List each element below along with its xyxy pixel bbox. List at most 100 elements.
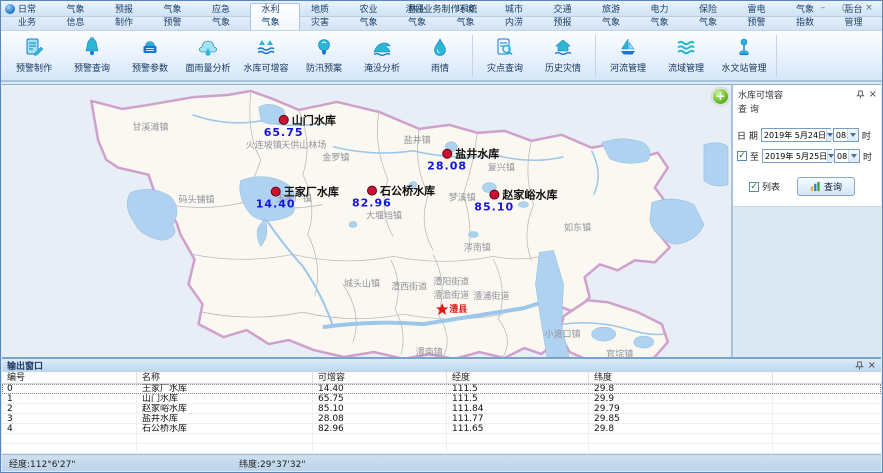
table-row-empty-1[interactable] (2, 444, 881, 454)
to-date-checkbox[interactable]: ✓ (737, 151, 747, 161)
chevron-down-icon[interactable] (848, 150, 859, 162)
town-label-小渡口镇: 小渡口镇 (545, 328, 581, 340)
from-date-combobox[interactable]: 2019年 5月24日 (761, 128, 831, 142)
hour-suffix-label: 时 (862, 129, 871, 142)
column-header: 编号 (2, 372, 137, 383)
table-row-empty-0[interactable] (2, 434, 881, 444)
town-label-梦溪镇: 梦溪镇 (449, 192, 476, 204)
reservoir-dot-icon[interactable] (368, 186, 377, 195)
list-checkbox[interactable]: ✓ (749, 182, 759, 192)
reservoir-capacity-icon (255, 36, 277, 58)
toolbar-separator (595, 35, 596, 77)
minimize-button[interactable]: – (813, 3, 833, 15)
table-cell: 29.8 (589, 424, 773, 433)
town-label-澧阳街道: 澧阳街道 (433, 275, 469, 287)
warn-param-icon (139, 36, 161, 58)
toolbar-button-河流管理[interactable]: 河流管理 (599, 33, 657, 79)
flood-plan-bulb-icon (313, 36, 335, 58)
reservoir-name-label: 王家厂水库 (284, 185, 339, 199)
toolbar-button-流域管理[interactable]: 流域管理 (657, 33, 715, 79)
reservoir-dot-icon[interactable] (490, 190, 499, 199)
to-label: 至 (750, 150, 759, 163)
reservoir-dot-icon[interactable] (271, 187, 280, 196)
table-cell (589, 444, 773, 453)
disaster-search-icon (494, 36, 516, 58)
column-header: 名称 (137, 372, 313, 383)
toolbar-button-预警查询[interactable]: 预警查询 (63, 33, 121, 79)
toolbar-button-历史灾情[interactable]: 历史灾情 (534, 33, 592, 79)
table-cell (313, 444, 447, 453)
toolbar-button-水文站管理[interactable]: 水文站管理 (715, 33, 773, 79)
date-label: 日 期 (737, 129, 758, 142)
toolbar-button-水库可增容[interactable]: 水库可增容 (237, 33, 295, 79)
hydro-station-icon (733, 36, 755, 58)
town-label-盐井镇: 盐井镇 (404, 134, 431, 146)
county-map: 甘溪滩镇火连坡镇天供山林场金罗镇盐井镇复兴镇码头铺镇王家厂镇梦溪镇大堰垱镇如东镇… (2, 85, 731, 361)
reservoir-dot-icon[interactable] (443, 149, 452, 158)
flood-wave-icon (371, 36, 393, 58)
output-title: 输出窗口 (7, 359, 855, 372)
toolbar-button-防汛预案[interactable]: 防汛预案 (295, 33, 353, 79)
table-cell: 石公桥水库 (137, 424, 313, 433)
map-zoom-in-button[interactable]: + (712, 88, 729, 105)
raindrop-icon (429, 36, 451, 58)
toolbar-button-灾点查询[interactable]: 灾点查询 (476, 33, 534, 79)
toolbar-button-预警参数[interactable]: 预警参数 (121, 33, 179, 79)
town-label-城头山镇: 城头山镇 (344, 277, 380, 289)
table-cell: 29.9 (589, 394, 773, 403)
reservoir-dot-icon[interactable] (279, 115, 288, 124)
town-label-澧澹街道: 澧澹街道 (433, 289, 469, 301)
table-cell: 29.8 (589, 384, 773, 393)
table-cell: 14.40 (313, 384, 447, 393)
table-cell: 111.77 (447, 414, 589, 423)
toolbar-button-雨情[interactable]: 雨情 (411, 33, 469, 79)
basin-waves-icon (675, 36, 697, 58)
output-close-icon[interactable]: × (868, 361, 876, 370)
maximize-button[interactable]: ▢ (836, 3, 856, 15)
reservoir-value-label: 82.96 (352, 197, 392, 210)
chevron-down-icon[interactable] (847, 129, 858, 141)
table-row-2[interactable]: 2赵家峪水库85.10111.8429.79 (2, 404, 881, 414)
table-row-0[interactable]: 0王家厂水库14.40111.529.8 (2, 384, 881, 394)
app-window: 澧县业务制作系统 – ▢ × 日常业务气象信息预报制作气象预警应急气象水利气象地… (0, 0, 883, 473)
to-date-combobox[interactable]: 2019年 5月25日 (762, 149, 832, 163)
table-cell-filler (773, 414, 881, 423)
table-cell-filler (773, 444, 881, 453)
close-button[interactable]: × (859, 3, 879, 15)
pin-icon[interactable] (855, 361, 864, 370)
table-cell (447, 434, 589, 443)
table-cell (2, 444, 137, 453)
table-row-1[interactable]: 1山门水库65.75111.529.9 (2, 394, 881, 404)
window-title: 澧县业务制作系统 (1, 2, 882, 15)
panel-close-icon[interactable]: × (869, 90, 877, 99)
table-row-4[interactable]: 4石公桥水库82.96111.6529.8 (2, 424, 881, 434)
table-row-3[interactable]: 3盐井水库28.08111.7729.85 (2, 414, 881, 424)
town-label-火连坡镇: 火连坡镇 (246, 139, 282, 151)
from-hour-combobox[interactable]: 08 (833, 128, 859, 142)
table-cell: 111.5 (447, 394, 589, 403)
toolbar-button-面雨量分析[interactable]: 面雨量分析 (179, 33, 237, 79)
table-cell: 82.96 (313, 424, 447, 433)
toolbar-button-预警制作[interactable]: 预警制作 (5, 33, 63, 79)
toolbar-button-淹没分析[interactable]: 淹没分析 (353, 33, 411, 79)
table-cell: 28.08 (313, 414, 447, 423)
map-canvas[interactable]: 甘溪滩镇火连坡镇天供山林场金罗镇盐井镇复兴镇码头铺镇王家厂镇梦溪镇大堰垱镇如东镇… (2, 85, 731, 361)
to-hour-combobox[interactable]: 08 (834, 149, 860, 163)
title-bar: 澧县业务制作系统 – ▢ × (1, 1, 882, 17)
table-cell: 85.10 (313, 404, 447, 413)
reservoir-value-label: 28.08 (427, 160, 467, 173)
reservoir-name-label: 盐井水库 (455, 147, 499, 161)
pin-icon[interactable] (856, 90, 865, 99)
column-header: 纬度 (589, 372, 773, 383)
warn-edit-icon (23, 36, 45, 58)
column-header: 经度 (447, 372, 589, 383)
reservoir-name-label: 石公桥水库 (379, 184, 435, 198)
query-button[interactable]: 查询 (797, 177, 855, 196)
table-cell-filler (773, 372, 881, 383)
table-cell: 4 (2, 424, 137, 433)
output-table: 编号名称可增容经度纬度0王家厂水库14.40111.529.81山门水库65.7… (2, 372, 881, 464)
output-window: 输出窗口 × 编号名称可增容经度纬度0王家厂水库14.40111.529.81山… (2, 357, 881, 454)
table-cell: 王家厂水库 (137, 384, 313, 393)
table-cell-filler (773, 424, 881, 433)
table-cell (2, 434, 137, 443)
